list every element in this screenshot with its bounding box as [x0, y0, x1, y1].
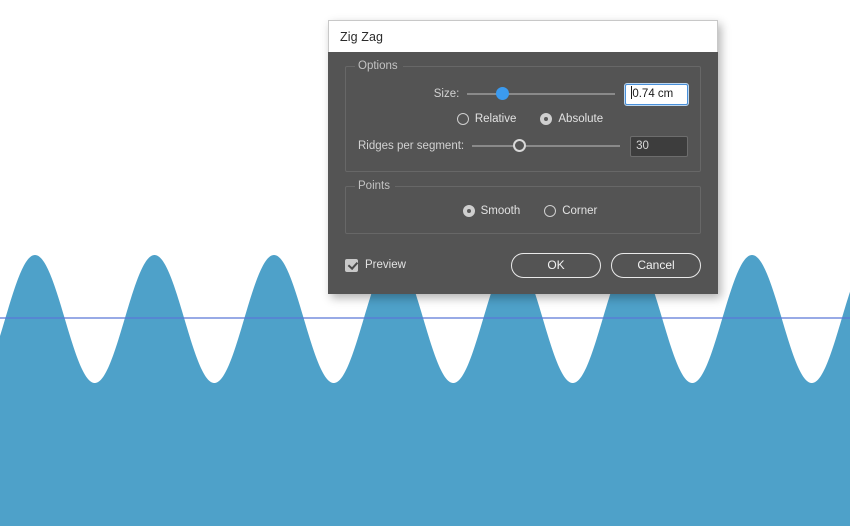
radio-corner[interactable]: Corner [544, 205, 597, 217]
dialog-titlebar: Zig Zag [328, 20, 718, 52]
preview-checkbox[interactable] [345, 258, 358, 272]
ridges-input-value: 30 [636, 139, 649, 152]
ridges-label: Ridges per segment: [358, 140, 465, 152]
ridges-slider-track[interactable] [472, 145, 621, 147]
size-label: Size: [433, 88, 460, 100]
radio-smooth-label: Smooth [480, 205, 521, 217]
size-input[interactable]: 0.74 cm [624, 82, 689, 106]
ridges-row: Ridges per segment: 30 [358, 135, 688, 157]
cancel-button[interactable]: Cancel [611, 252, 701, 278]
dialog-body: Options Size: 0.74 cm Relative Absolute … [328, 52, 718, 294]
size-slider-track[interactable] [467, 93, 616, 95]
options-group-label: Options [355, 60, 403, 72]
ridges-slider[interactable] [472, 136, 621, 156]
dialog-footer: Preview OK Cancel [345, 252, 701, 278]
radio-relative[interactable]: Relative [456, 113, 517, 125]
ridges-slider-handle[interactable] [512, 139, 526, 152]
size-mode-radio-group: Relative Absolute [358, 113, 688, 125]
radio-smooth-icon[interactable] [462, 205, 475, 217]
size-slider-handle[interactable] [495, 87, 509, 100]
radio-relative-icon[interactable] [456, 113, 469, 125]
preview-label: Preview [365, 259, 406, 271]
points-radio-group: Smooth Corner [358, 205, 688, 217]
zig-zag-dialog: Zig Zag Options Size: 0.74 cm Relative A… [328, 20, 718, 294]
app-canvas: Zig Zag Options Size: 0.74 cm Relative A… [0, 0, 850, 526]
points-group-label: Points [355, 180, 395, 192]
radio-relative-label: Relative [474, 113, 517, 125]
points-group: Points Smooth Corner [345, 180, 701, 234]
radio-absolute-icon[interactable] [540, 113, 553, 125]
ridges-input[interactable]: 30 [630, 135, 688, 157]
size-input-value: 0.74 cm [632, 87, 674, 100]
preview-checkbox-wrap[interactable]: Preview [345, 258, 406, 272]
size-row: Size: 0.74 cm [358, 82, 689, 106]
dialog-buttons: OK Cancel [511, 252, 701, 278]
radio-absolute-label: Absolute [558, 113, 604, 125]
dialog-title: Zig Zag [340, 29, 384, 44]
size-slider[interactable] [467, 84, 616, 104]
radio-corner-icon[interactable] [544, 205, 557, 217]
options-group: Options Size: 0.74 cm Relative Absolute … [345, 60, 701, 172]
radio-absolute[interactable]: Absolute [540, 113, 603, 125]
radio-smooth[interactable]: Smooth [462, 205, 521, 217]
ok-button[interactable]: OK [511, 252, 601, 278]
radio-corner-label: Corner [562, 205, 598, 217]
